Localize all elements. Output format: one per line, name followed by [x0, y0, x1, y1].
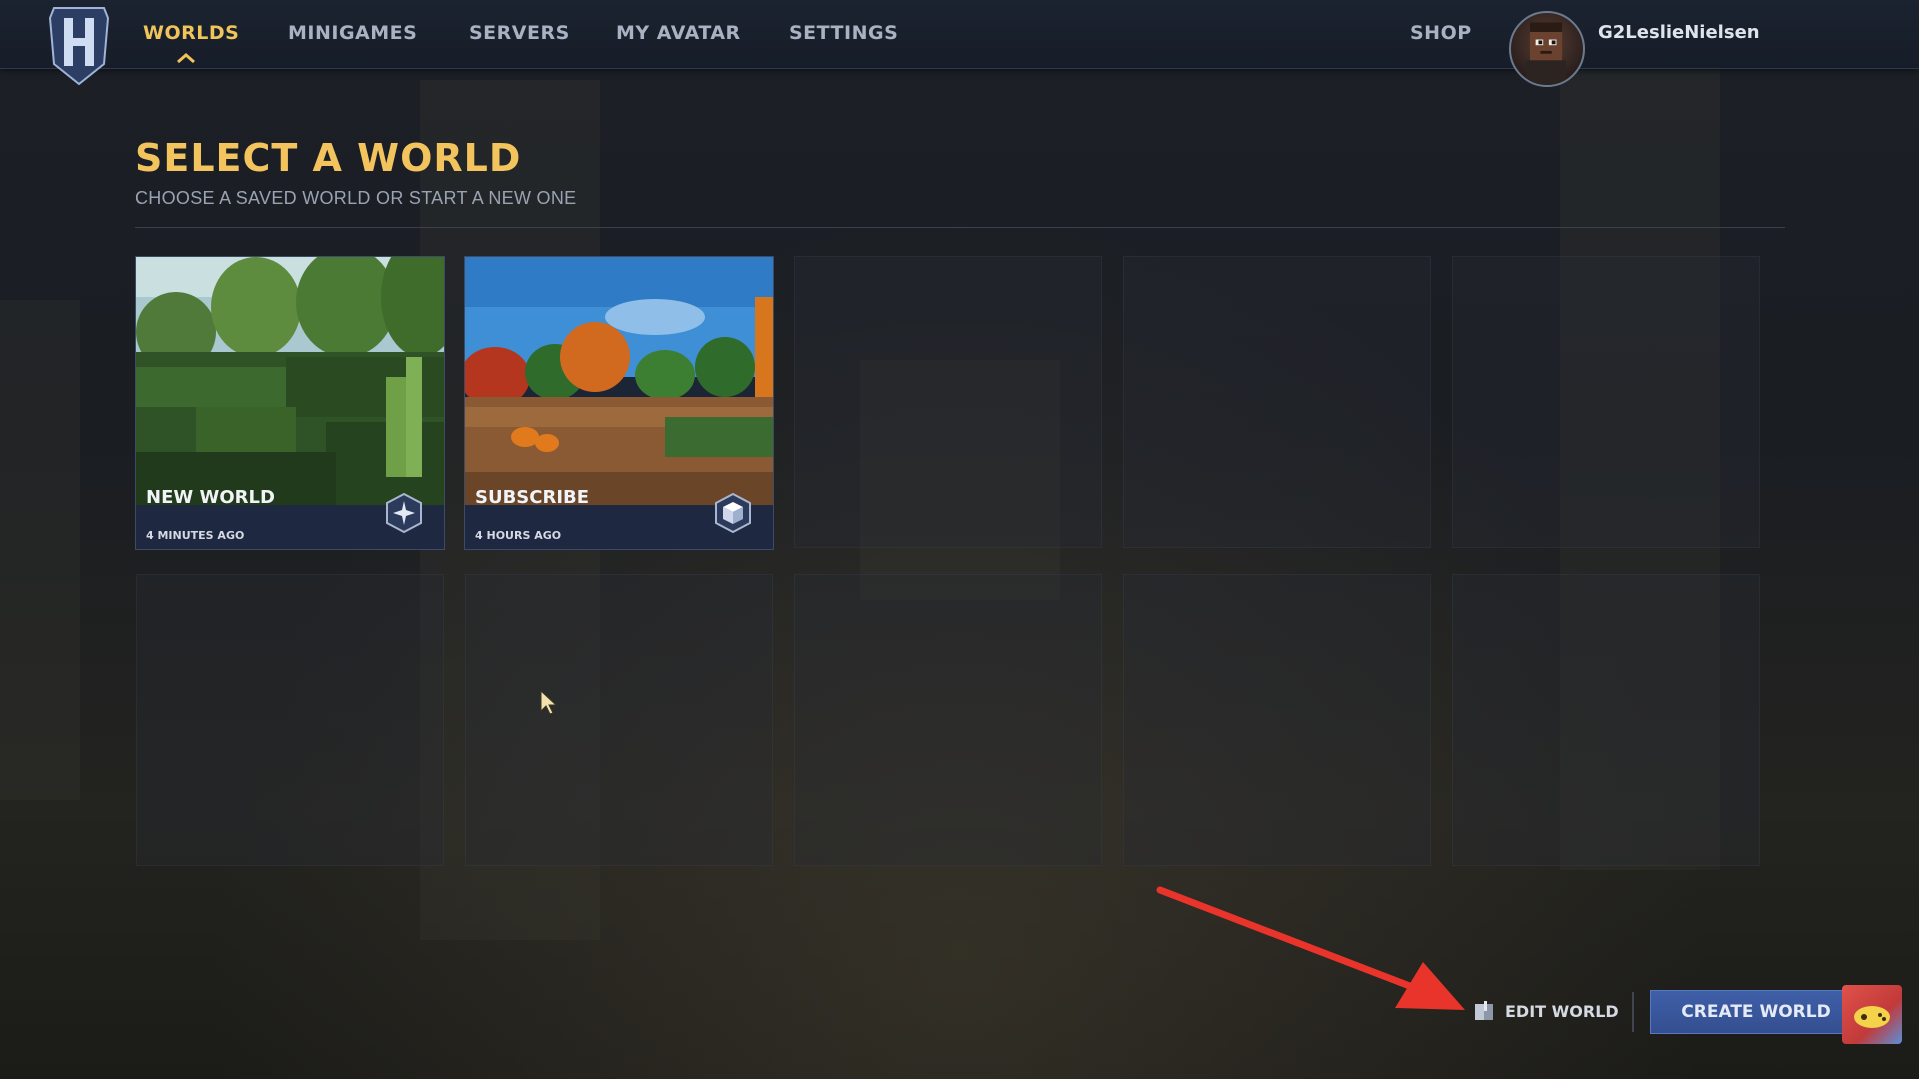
nav-tab-worlds[interactable]: WORLDS [143, 22, 239, 44]
nav-tab-shop[interactable]: SHOP [1410, 22, 1472, 44]
nav-tab-settings[interactable]: SETTINGS [789, 22, 898, 44]
edit-world-label: EDIT WORLD [1505, 1001, 1619, 1021]
world-last-played: 4 MINUTES AGO [146, 529, 245, 542]
edit-world-button[interactable]: EDIT WORLD [1473, 996, 1619, 1026]
avatar[interactable] [1509, 11, 1585, 87]
annotation-arrow-icon [1156, 886, 1465, 1010]
action-separator [1632, 992, 1634, 1032]
nav-tab-servers[interactable]: SERVERS [469, 22, 570, 44]
create-world-button[interactable]: CREATE WORLD [1650, 990, 1862, 1034]
world-card-new-world[interactable]: NEW WORLD 4 MINUTES AGO [135, 256, 445, 550]
nav-tab-minigames[interactable]: MINIGAMES [288, 22, 417, 44]
active-tab-caret-icon [177, 53, 195, 64]
gamepad-icon [1854, 1006, 1890, 1028]
top-navigation-bar: WORLDS MINIGAMES SERVERS MY AVATAR SETTI… [0, 0, 1919, 87]
empty-world-slot [794, 574, 1102, 866]
mouse-cursor-icon [540, 690, 558, 715]
page-title: SELECT A WORLD [135, 136, 522, 180]
username: G2LeslieNielsen [1598, 22, 1760, 43]
avatar-face-icon [1526, 22, 1566, 85]
worlds-screen: WORLDS MINIGAMES SERVERS MY AVATAR SETTI… [0, 0, 1919, 1079]
cube-mode-icon [715, 492, 751, 534]
creative-mode-icon [386, 492, 422, 534]
world-name: NEW WORLD [146, 487, 275, 508]
background-structure [0, 300, 80, 800]
empty-world-slot [1123, 256, 1431, 548]
empty-world-slot [794, 256, 1102, 548]
hytale-h-logo-icon[interactable] [48, 4, 110, 86]
empty-world-slot [1452, 574, 1760, 866]
world-last-played: 4 HOURS AGO [475, 529, 562, 542]
world-name: SUBSCRIBE [475, 487, 590, 508]
empty-world-slot [1123, 574, 1431, 866]
page-subtitle: CHOOSE A SAVED WORLD OR START A NEW ONE [135, 188, 577, 208]
edit-world-icon [1475, 1001, 1493, 1020]
header-divider [135, 227, 1785, 228]
empty-world-slot [1452, 256, 1760, 548]
empty-world-slot [136, 574, 444, 866]
create-world-label: CREATE WORLD [1681, 1002, 1831, 1022]
world-card-subscribe[interactable]: SUBSCRIBE 4 HOURS AGO [464, 256, 774, 550]
nav-tab-my-avatar[interactable]: MY AVATAR [616, 22, 741, 44]
channel-watermark-icon [1842, 985, 1902, 1044]
empty-world-slot [465, 574, 773, 866]
